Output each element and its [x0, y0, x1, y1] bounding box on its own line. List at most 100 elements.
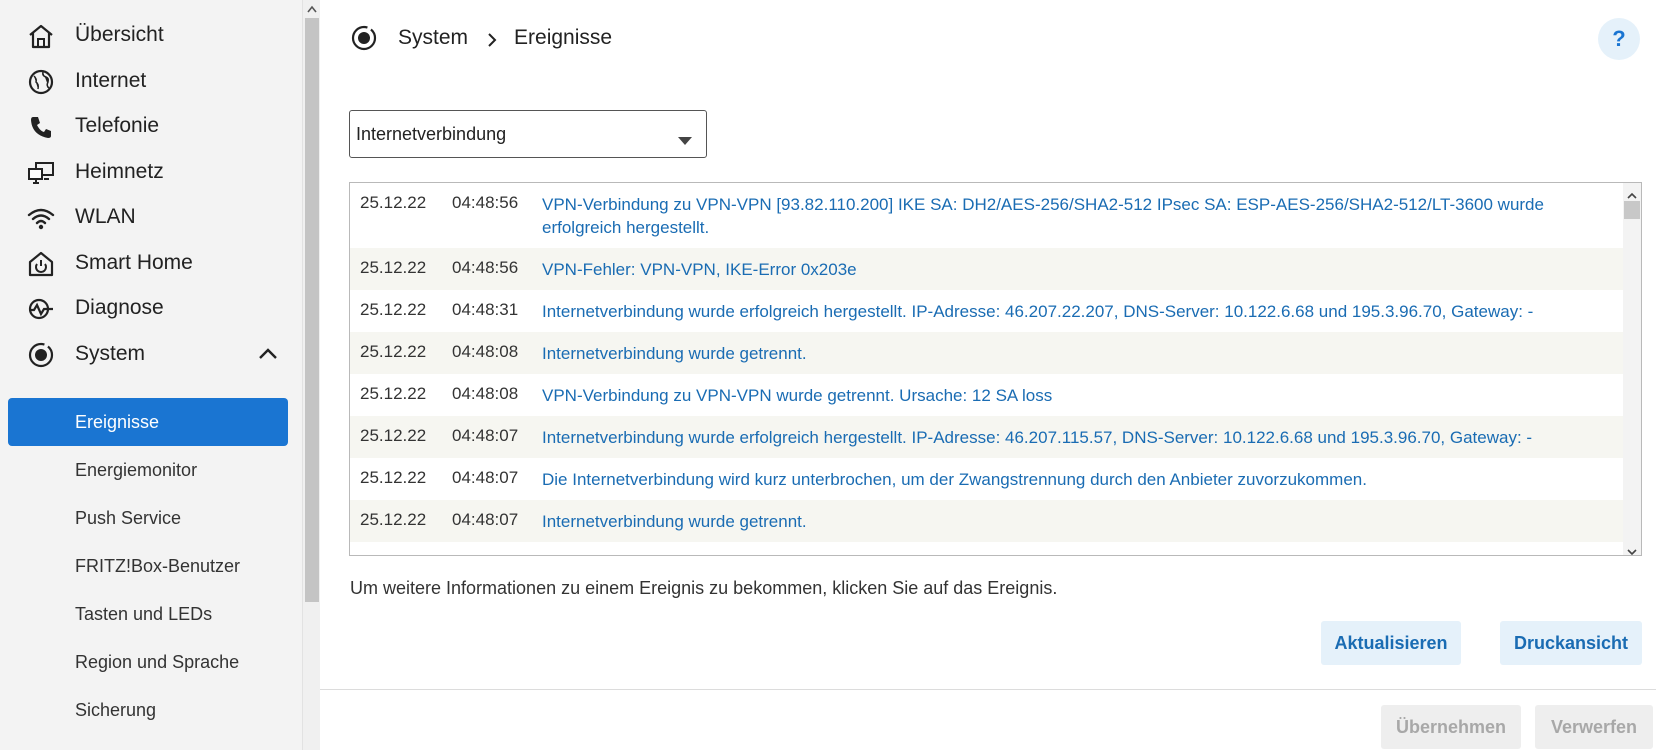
- sidebar-scrollbar[interactable]: [302, 0, 320, 750]
- event-date: 25.12.22: [360, 193, 427, 212]
- event-row[interactable]: 25.12.22 03:07:27 VPN-Verbindung zu VPN-VP…: [350, 542, 1624, 555]
- event-time: 04:48:07: [452, 468, 519, 487]
- sidebar-subitem-region-und-sprache[interactable]: Region und Sprache: [8, 638, 288, 686]
- print-view-button[interactable]: Druckansicht: [1500, 621, 1642, 665]
- sidebar-subitem-label: Push Service: [75, 507, 182, 528]
- event-time: 04:48:08: [452, 342, 519, 361]
- event-date: 25.12.22: [360, 426, 427, 445]
- event-date: 25.12.22: [360, 300, 427, 319]
- breadcrumb-parent[interactable]: System: [398, 26, 468, 50]
- sidebar-subitem-label: Region und Sprache: [75, 651, 240, 672]
- event-row[interactable]: 25.12.22 04:48:31 Internetverbindung wurde…: [350, 290, 1624, 332]
- diagnose-icon: [26, 296, 56, 322]
- event-message[interactable]: VPN-Fehler: VPN-VPN, IKE-Error 0x203e: [542, 248, 1624, 290]
- sidebar-item-label: Telefonie: [75, 114, 160, 137]
- event-row[interactable]: 25.12.22 04:48:08 Internetverbindung wurde…: [350, 332, 1624, 374]
- sidebar-item-label: Smart Home: [75, 251, 193, 274]
- chevron-right-icon: [486, 30, 498, 47]
- event-message[interactable]: VPN-Verbindung zu VPN-VPN [93.82.110.200…: [542, 183, 1624, 248]
- main-content: System Ereignisse ? Internetverbindung 2…: [320, 0, 1656, 750]
- sidebar-subitem-fritzbox-benutzer[interactable]: FRITZ!Box-Benutzer: [8, 542, 288, 590]
- event-time: 03:07:27: [452, 552, 518, 555]
- event-time: 04:48:56: [452, 193, 519, 212]
- phone-icon: [26, 114, 56, 140]
- home-icon: [26, 23, 56, 49]
- event-hint-text: Um weitere Informationen zu einem Ereign…: [350, 578, 1058, 598]
- globe-icon: [26, 69, 56, 95]
- sidebar-item-telefonie[interactable]: Telefonie: [0, 104, 290, 148]
- event-row[interactable]: 25.12.22 04:48:07 Die Internetverbindung w…: [350, 458, 1624, 500]
- sidebar-item-system[interactable]: System: [0, 332, 290, 376]
- apply-button[interactable]: Übernehmen: [1381, 705, 1521, 749]
- breadcrumb: System Ereignisse: [350, 22, 612, 54]
- event-time: 04:48:56: [452, 258, 519, 277]
- sidebar-subitem-tasten-und-leds[interactable]: Tasten und LEDs: [8, 590, 288, 638]
- sidebar-item-diagnose[interactable]: Diagnose: [0, 286, 290, 330]
- sidebar-item-label: Internet: [75, 69, 147, 92]
- system-icon: [26, 342, 56, 368]
- sidebar-item-heimnetz[interactable]: Heimnetz: [0, 150, 290, 194]
- app-window: Übersicht Internet Telefonie Heimnetz WL…: [0, 0, 1656, 750]
- sidebar-subitem-label: Energiemonitor: [75, 459, 198, 480]
- help-button[interactable]: ?: [1598, 18, 1640, 60]
- sidebar-subitem-label: FRITZ!Box-Benutzer: [75, 555, 241, 576]
- network-icon: [26, 160, 56, 186]
- sidebar-item-label: WLAN: [75, 205, 136, 228]
- sidebar-item-uebersicht[interactable]: Übersicht: [0, 13, 290, 57]
- sidebar-scrollbar-thumb[interactable]: [305, 18, 319, 602]
- event-filter-value: Internetverbindung: [356, 123, 507, 144]
- sidebar-item-internet[interactable]: Internet: [0, 59, 290, 103]
- event-message[interactable]: Internetverbindung wurde getrennt.: [542, 332, 1624, 374]
- event-date: 25.12.22: [360, 258, 427, 277]
- sidebar: Übersicht Internet Telefonie Heimnetz WL…: [0, 0, 302, 750]
- sidebar-subitem-label: Sicherung: [75, 699, 157, 720]
- sidebar-subitem-label: Ereignisse: [75, 411, 160, 432]
- event-time: 04:48:31: [452, 300, 519, 319]
- scroll-up-arrow-icon[interactable]: [1627, 187, 1637, 199]
- event-message[interactable]: Internetverbindung wurde getrennt.: [542, 500, 1624, 542]
- scroll-up-arrow-icon[interactable]: [307, 2, 317, 13]
- sidebar-subitem-sicherung[interactable]: Sicherung: [8, 686, 288, 734]
- event-message[interactable]: VPN-Verbindung zu VPN-VPN [93.82.110.200…: [542, 542, 1624, 555]
- chevron-up-icon[interactable]: [256, 344, 280, 364]
- event-message[interactable]: Die Internetverbindung wird kurz unterbr…: [542, 458, 1624, 500]
- event-time: 04:48:08: [452, 384, 519, 403]
- event-list: 25.12.22 04:48:56 VPN-Verbindung zu VPN-VP…: [350, 183, 1624, 555]
- event-message[interactable]: VPN-Verbindung zu VPN-VPN wurde getrennt…: [542, 374, 1624, 416]
- event-row[interactable]: 25.12.22 04:48:07 Internetverbindung wurde…: [350, 416, 1624, 458]
- event-date: 25.12.22: [360, 510, 427, 529]
- sidebar-subitem-push-service[interactable]: Push Service: [8, 494, 288, 542]
- smart-home-icon: [26, 251, 56, 277]
- event-message[interactable]: Internetverbindung wurde erfolgreich her…: [542, 290, 1624, 332]
- event-date: 25.12.22: [360, 468, 427, 487]
- sidebar-item-smart-home[interactable]: Smart Home: [0, 241, 290, 285]
- event-row[interactable]: 25.12.22 04:48:08 VPN-Verbindung zu VPN-VP…: [350, 374, 1624, 416]
- event-row[interactable]: 25.12.22 04:48:07 Internetverbindung wurde…: [350, 500, 1624, 542]
- sidebar-subitem-energiemonitor[interactable]: Energiemonitor: [8, 446, 288, 494]
- event-log-scrollbar-thumb[interactable]: [1624, 201, 1640, 219]
- help-icon: ?: [1612, 26, 1626, 51]
- event-row[interactable]: 25.12.22 04:48:56 VPN-Verbindung zu VPN-VP…: [350, 183, 1624, 248]
- event-time: 04:48:07: [452, 426, 519, 445]
- event-time: 04:48:07: [452, 510, 519, 529]
- event-row[interactable]: 25.12.22 04:48:56 VPN-Fehler: VPN-VPN, IKE…: [350, 248, 1624, 290]
- event-message[interactable]: Internetverbindung wurde erfolgreich her…: [542, 416, 1624, 458]
- event-log-scrollbar[interactable]: [1623, 183, 1641, 555]
- refresh-button[interactable]: Aktualisieren: [1321, 621, 1461, 665]
- sidebar-item-wlan[interactable]: WLAN: [0, 195, 290, 239]
- sidebar-item-label: Heimnetz: [75, 160, 164, 183]
- sidebar-item-label: Diagnose: [75, 296, 164, 319]
- sidebar-item-label: System: [75, 342, 146, 365]
- event-date: 25.12.22: [360, 552, 426, 555]
- event-date: 25.12.22: [360, 342, 427, 361]
- scroll-down-arrow-icon[interactable]: [1627, 543, 1637, 555]
- wifi-icon: [26, 205, 56, 231]
- sidebar-subitem-label: Tasten und LEDs: [75, 603, 213, 624]
- sidebar-subitem-ereignisse[interactable]: Ereignisse: [8, 398, 288, 446]
- event-filter-select[interactable]: Internetverbindung: [349, 110, 707, 158]
- discard-button[interactable]: Verwerfen: [1535, 705, 1653, 749]
- dropdown-arrow-icon: [678, 130, 692, 145]
- footer-divider: [320, 689, 1656, 690]
- system-icon: [350, 24, 378, 52]
- sidebar-item-label: Übersicht: [75, 23, 164, 46]
